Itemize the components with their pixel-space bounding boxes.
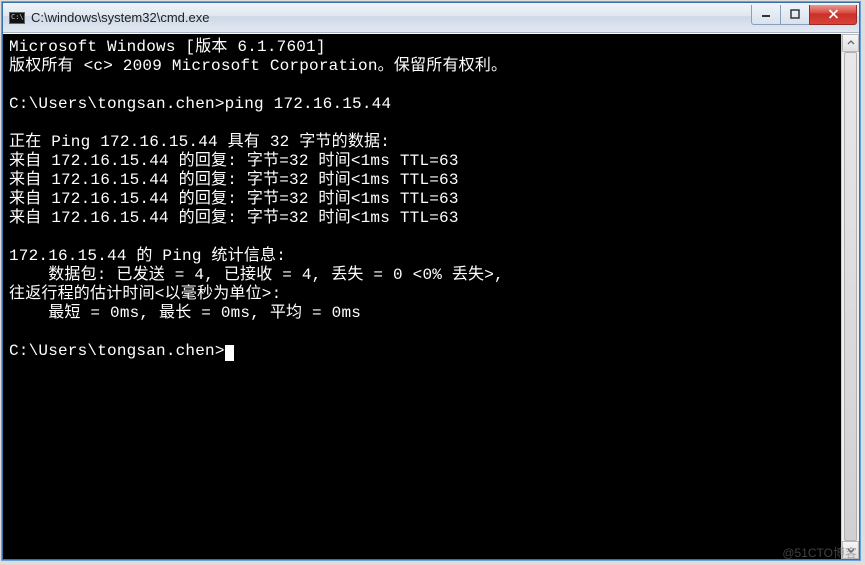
vertical-scrollbar[interactable]	[841, 34, 859, 559]
maximize-icon	[790, 9, 800, 19]
minimize-icon	[761, 9, 771, 19]
cursor	[225, 345, 234, 361]
scroll-up-button[interactable]	[842, 34, 859, 52]
terminal-line: 来自 172.16.15.44 的回复: 字节=32 时间<1ms TTL=63	[9, 171, 459, 189]
minimize-button[interactable]	[751, 5, 781, 25]
terminal-line: 来自 172.16.15.44 的回复: 字节=32 时间<1ms TTL=63	[9, 209, 459, 227]
terminal-line: 往返行程的估计时间<以毫秒为单位>:	[9, 285, 281, 303]
close-icon	[828, 9, 839, 19]
terminal-line: 172.16.15.44 的 Ping 统计信息:	[9, 247, 286, 265]
terminal-line: 数据包: 已发送 = 4, 已接收 = 4, 丢失 = 0 <0% 丢失>,	[9, 266, 504, 284]
terminal-line: 版权所有 <c> 2009 Microsoft Corporation。保留所有…	[9, 57, 507, 75]
chevron-up-icon	[847, 39, 855, 47]
watermark: @51CTO博客	[782, 544, 857, 561]
window-controls	[752, 5, 857, 25]
close-button[interactable]	[809, 5, 857, 25]
terminal-line: Microsoft Windows [版本 6.1.7601]	[9, 38, 326, 56]
scrollbar-track[interactable]	[842, 52, 859, 541]
cmd-window: C:\windows\system32\cmd.exe Microsoft Wi…	[2, 2, 860, 560]
maximize-button[interactable]	[780, 5, 810, 25]
client-area: Microsoft Windows [版本 6.1.7601] 版权所有 <c>…	[3, 33, 859, 559]
terminal-line: 正在 Ping 172.16.15.44 具有 32 字节的数据:	[9, 133, 390, 151]
terminal-line: C:\Users\tongsan.chen>ping 172.16.15.44	[9, 95, 391, 113]
terminal-line: 来自 172.16.15.44 的回复: 字节=32 时间<1ms TTL=63	[9, 152, 459, 170]
scrollbar-thumb[interactable]	[844, 52, 857, 541]
cmd-icon	[9, 12, 25, 24]
terminal-output[interactable]: Microsoft Windows [版本 6.1.7601] 版权所有 <c>…	[3, 34, 841, 559]
titlebar[interactable]: C:\windows\system32\cmd.exe	[3, 3, 859, 33]
terminal-line: 来自 172.16.15.44 的回复: 字节=32 时间<1ms TTL=63	[9, 190, 459, 208]
terminal-line: 最短 = 0ms, 最长 = 0ms, 平均 = 0ms	[9, 304, 361, 322]
window-title: C:\windows\system32\cmd.exe	[31, 10, 752, 25]
terminal-line: C:\Users\tongsan.chen>	[9, 342, 225, 360]
